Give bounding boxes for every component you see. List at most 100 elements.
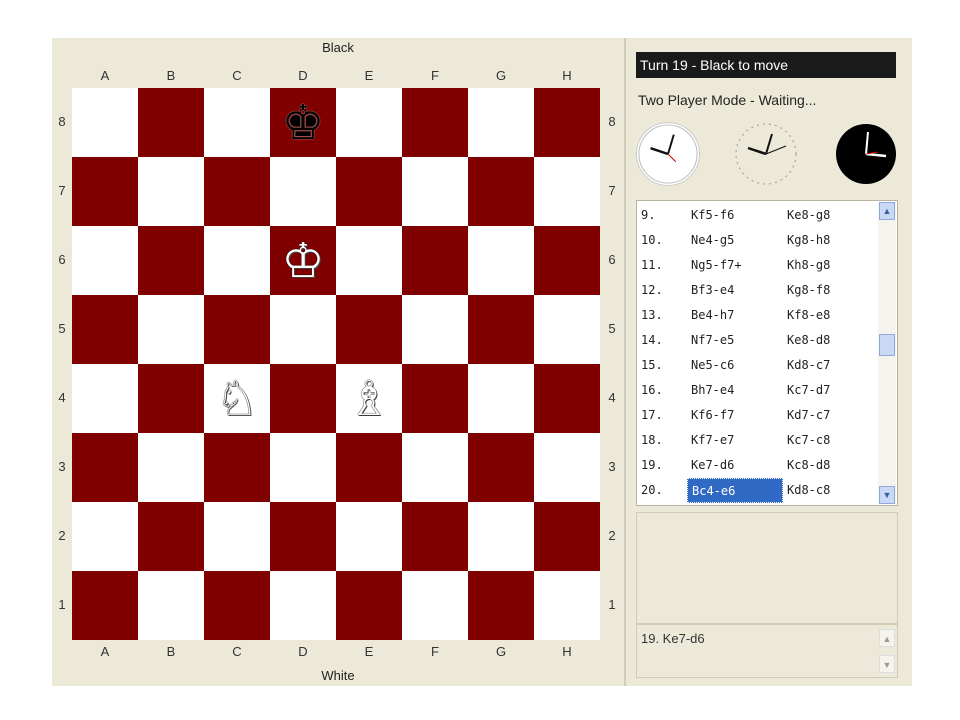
move-row[interactable]: 14. Nf7-e5 Ke8-d8 [641,328,877,353]
square-h2[interactable] [534,502,600,571]
black-move[interactable]: Kh8-g8 [783,253,877,278]
white-bishop-piece[interactable]: ♗ [347,375,390,423]
white-move[interactable]: Kf6-f7 [687,403,783,428]
square-b5[interactable] [138,295,204,364]
square-d1[interactable] [270,571,336,640]
square-f8[interactable] [402,88,468,157]
square-f7[interactable] [402,157,468,226]
black-move[interactable]: Ke8-g8 [783,203,877,228]
square-a6[interactable] [72,226,138,295]
scroll-down-button[interactable]: ▼ [879,486,895,504]
move-row[interactable]: 20. Bc4-e6 Kd8-c8 [641,478,877,503]
notes-scroll-down-button[interactable]: ▼ [879,655,895,673]
move-row[interactable]: 13. Be4-h7 Kf8-e8 [641,303,877,328]
square-c1[interactable] [204,571,270,640]
square-f1[interactable] [402,571,468,640]
move-row[interactable]: 19. Ke7-d6 Kc8-d8 [641,453,877,478]
square-g6[interactable] [468,226,534,295]
square-h5[interactable] [534,295,600,364]
move-list[interactable]: 9. Kf5-f6 Ke8-g8 10. Ne4-g5 Kg8-h8 11. Ng5-f7+ K… [636,200,898,506]
square-a7[interactable] [72,157,138,226]
square-e8[interactable] [336,88,402,157]
square-a2[interactable] [72,502,138,571]
scroll-thumb[interactable] [879,334,895,356]
square-g5[interactable] [468,295,534,364]
square-c5[interactable] [204,295,270,364]
square-e5[interactable] [336,295,402,364]
square-a3[interactable] [72,433,138,502]
square-f4[interactable] [402,364,468,433]
square-b7[interactable] [138,157,204,226]
move-row[interactable]: 12. Bf3-e4 Kg8-f8 [641,278,877,303]
square-b4[interactable] [138,364,204,433]
square-b3[interactable] [138,433,204,502]
black-move[interactable]: Kd8-c7 [783,353,877,378]
square-h7[interactable] [534,157,600,226]
square-f3[interactable] [402,433,468,502]
square-e1[interactable] [336,571,402,640]
square-a1[interactable] [72,571,138,640]
move-row[interactable]: 17. Kf6-f7 Kd7-c7 [641,403,877,428]
black-move[interactable]: Kc7-d7 [783,378,877,403]
black-move[interactable]: Kc8-d8 [783,453,877,478]
white-move[interactable]: Ke7-d6 [687,453,783,478]
square-d4[interactable] [270,364,336,433]
move-row[interactable]: 10. Ne4-g5 Kg8-h8 [641,228,877,253]
square-h6[interactable] [534,226,600,295]
square-c4[interactable]: ♘ [204,364,270,433]
notes-scroll-up-button[interactable]: ▲ [879,629,895,647]
square-g2[interactable] [468,502,534,571]
black-move[interactable]: Kc7-c8 [783,428,877,453]
white-move[interactable]: Ne4-g5 [687,228,783,253]
black-move[interactable]: Kg8-h8 [783,228,877,253]
square-e3[interactable] [336,433,402,502]
square-b8[interactable] [138,88,204,157]
square-c6[interactable] [204,226,270,295]
square-h8[interactable] [534,88,600,157]
move-row[interactable]: 16. Bh7-e4 Kc7-d7 [641,378,877,403]
square-h4[interactable] [534,364,600,433]
square-d7[interactable] [270,157,336,226]
square-d3[interactable] [270,433,336,502]
black-move[interactable]: Kg8-f8 [783,278,877,303]
square-a5[interactable] [72,295,138,364]
black-move[interactable]: Kd7-c7 [783,403,877,428]
square-c2[interactable] [204,502,270,571]
move-row[interactable]: 15. Ne5-c6 Kd8-c7 [641,353,877,378]
square-d8[interactable]: ♚ [270,88,336,157]
chess-board[interactable]: ♚ ♔ ♘ ♗ [72,88,600,640]
white-move[interactable]: Bc4-e6 [687,478,783,503]
square-h3[interactable] [534,433,600,502]
black-move[interactable]: Kf8-e8 [783,303,877,328]
move-row[interactable]: 18. Kf7-e7 Kc7-c8 [641,428,877,453]
white-move[interactable]: Ng5-f7+ [687,253,783,278]
scroll-up-button[interactable]: ▲ [879,202,895,220]
move-row[interactable]: 9. Kf5-f6 Ke8-g8 [641,203,877,228]
square-f5[interactable] [402,295,468,364]
square-c7[interactable] [204,157,270,226]
white-move[interactable]: Be4-h7 [687,303,783,328]
black-move[interactable]: Ke8-d8 [783,328,877,353]
square-c3[interactable] [204,433,270,502]
white-king-piece[interactable]: ♔ [281,237,324,285]
white-move[interactable]: Kf5-f6 [687,203,783,228]
square-b2[interactable] [138,502,204,571]
square-h1[interactable] [534,571,600,640]
notes-panel[interactable]: 19. Ke7-d6 ▲ ▼ [636,624,898,678]
square-e7[interactable] [336,157,402,226]
square-g8[interactable] [468,88,534,157]
square-a4[interactable] [72,364,138,433]
move-row[interactable]: 11. Ng5-f7+ Kh8-g8 [641,253,877,278]
white-move[interactable]: Kf7-e7 [687,428,783,453]
black-move[interactable]: Kd8-c8 [783,478,877,503]
square-c8[interactable] [204,88,270,157]
square-f2[interactable] [402,502,468,571]
square-d6[interactable]: ♔ [270,226,336,295]
white-knight-piece[interactable]: ♘ [215,375,258,423]
square-g1[interactable] [468,571,534,640]
square-d5[interactable] [270,295,336,364]
black-king-piece[interactable]: ♚ [281,99,324,147]
square-a8[interactable] [72,88,138,157]
white-move[interactable]: Ne5-c6 [687,353,783,378]
square-g3[interactable] [468,433,534,502]
